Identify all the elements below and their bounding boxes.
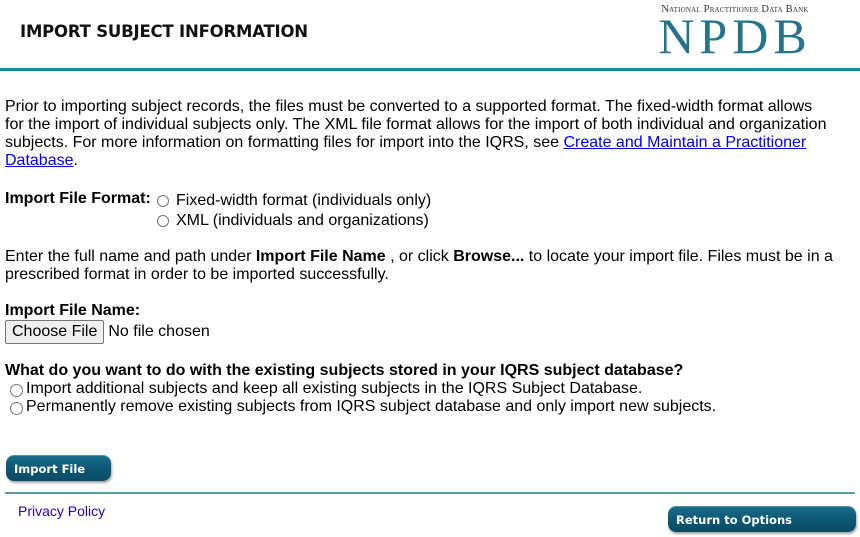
- import-format-label: Import File Format:: [5, 190, 151, 207]
- remove-existing-radio[interactable]: [10, 401, 23, 415]
- keep-existing-label: Import additional subjects and keep all …: [26, 380, 643, 397]
- xml-radio[interactable]: [157, 215, 169, 227]
- intro-text-end: .: [73, 152, 78, 169]
- footer-divider: [5, 492, 855, 494]
- instructions-bold-file-name: Import File Name: [255, 248, 386, 265]
- file-status: No file chosen: [108, 323, 210, 340]
- fixed-width-radio[interactable]: [157, 195, 169, 207]
- instructions-text: Enter the full name and path under: [5, 248, 256, 265]
- import-file-button[interactable]: Import File: [6, 455, 111, 481]
- import-file-name-label: Import File Name:: [5, 302, 141, 319]
- instructions-paragraph: Enter the full name and path under Impor…: [5, 248, 845, 284]
- intro-paragraph: Prior to importing subject records, the …: [5, 98, 835, 170]
- npdb-logo: National Practitioner Data Bank NPDB: [640, 4, 830, 64]
- page-header: IMPORT SUBJECT INFORMATION National Prac…: [0, 0, 860, 69]
- instructions-text: , or click: [385, 248, 454, 265]
- logo-wordmark: NPDB: [658, 8, 812, 64]
- remove-existing-label: Permanently remove existing subjects fro…: [26, 398, 717, 415]
- header-divider: [0, 68, 860, 71]
- file-input: Choose File No file chosen: [5, 320, 210, 344]
- instructions-bold-browse: Browse...: [453, 248, 525, 265]
- choose-file-button[interactable]: Choose File: [5, 320, 105, 344]
- main-content: Prior to importing subject records, the …: [5, 98, 845, 415]
- option-remove-existing[interactable]: Permanently remove existing subjects fro…: [10, 398, 716, 416]
- format-option-fixed-width[interactable]: Fixed-width format (individuals only): [157, 192, 431, 210]
- keep-existing-radio[interactable]: [10, 383, 23, 397]
- option-keep-existing[interactable]: Import additional subjects and keep all …: [10, 380, 642, 398]
- fixed-width-label: Fixed-width format (individuals only): [176, 192, 432, 209]
- format-option-xml[interactable]: XML (individuals and organizations): [157, 212, 429, 230]
- xml-label: XML (individuals and organizations): [176, 212, 429, 229]
- privacy-policy-link[interactable]: Privacy Policy: [18, 503, 105, 519]
- return-to-options-button[interactable]: Return to Options: [668, 506, 856, 532]
- page-title: IMPORT SUBJECT INFORMATION: [20, 22, 308, 41]
- existing-subjects-question: What do you want to do with the existing…: [5, 362, 684, 379]
